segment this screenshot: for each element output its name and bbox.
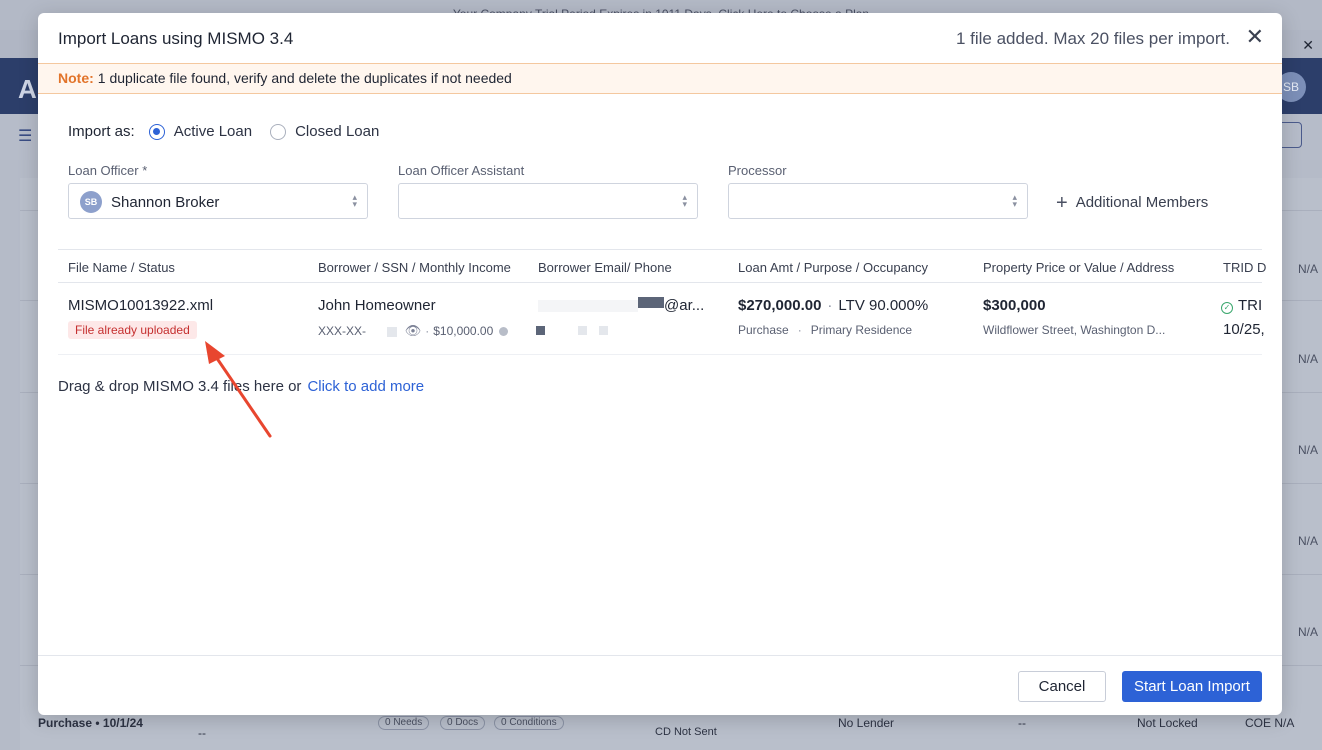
select-arrows-icon: ▴ ▾ — [1012, 192, 1017, 209]
loan-dash: -- — [1018, 716, 1026, 730]
cancel-button[interactable]: Cancel — [1018, 671, 1106, 702]
borrower-email: @ar... — [538, 297, 704, 314]
select-arrows-icon: ▴ ▾ — [682, 192, 687, 209]
file-name: MISMO10013922.xml — [68, 297, 214, 314]
loan-officer-select[interactable]: SB Shannon Broker ▴ ▾ — [68, 183, 368, 219]
plus-icon: + — [1056, 192, 1068, 214]
property-value: $300,000 — [983, 297, 1046, 314]
select-arrows-icon: ▴ ▾ — [352, 192, 357, 209]
note-label: Note: — [58, 70, 94, 86]
note-text: 1 duplicate file found, verify and delet… — [97, 70, 512, 86]
close-icon[interactable]: ✕ — [1246, 25, 1264, 49]
property-address: Wildflower Street, Washington D... — [983, 323, 1166, 337]
dropzone-text: Drag & drop MISMO 3.4 files here or — [58, 378, 302, 395]
import-as-group: Import as: Active Loan Closed Loan — [68, 123, 397, 140]
radio-closed-loan[interactable]: Closed Loan — [270, 123, 379, 140]
coe-status: N/A — [1297, 625, 1318, 639]
radio-label: Closed Loan — [295, 123, 380, 140]
radio-selected-icon — [148, 123, 165, 140]
table-header: File Name / Status Borrower / SSN / Mont… — [58, 249, 1266, 283]
trid-status: ✓ TRI — [1221, 297, 1262, 314]
redacted-block — [578, 326, 588, 336]
needs-chip[interactable]: 0 Needs — [378, 716, 430, 730]
assistant-select[interactable]: ▴ ▾ — [398, 183, 698, 219]
column-header: Borrower Email/ Phone — [538, 260, 672, 275]
loan-dash: -- — [198, 726, 206, 740]
eye-icon[interactable]: 👁 — [405, 323, 422, 338]
lock-status: Not Locked — [1137, 716, 1198, 730]
column-header: Property Price or Value / Address — [983, 260, 1175, 275]
redacted-block — [598, 326, 608, 336]
radio-label: Active Loan — [173, 123, 253, 140]
purpose-occupancy: Purchase · Primary Residence — [738, 323, 913, 337]
processor-select[interactable]: ▴ ▾ — [728, 183, 1028, 219]
ssn-masked: XXX-XX- — [318, 324, 367, 338]
column-header: Loan Amt / Purpose / Occupancy — [738, 260, 929, 275]
table-row[interactable]: MISMO10013922.xml File already uploaded … — [58, 283, 1265, 355]
check-circle-icon: ✓ — [1221, 302, 1233, 314]
coe-status: COE N/A — [1245, 716, 1295, 730]
redacted-block — [638, 297, 664, 308]
loan-officer-value: Shannon Broker — [111, 194, 220, 211]
import-as-label: Import as: — [68, 123, 135, 140]
coe-status: N/A — [1297, 262, 1318, 276]
duplicate-note: Note: 1 duplicate file found, verify and … — [38, 63, 1282, 94]
coe-status: N/A — [1297, 352, 1318, 366]
coe-status: N/A — [1297, 443, 1318, 457]
file-count: 1 file added. Max 20 files per import. — [955, 29, 1230, 48]
cd-status[interactable]: CD Not Sent — [655, 726, 717, 738]
monthly-income: $10,000.00 — [433, 324, 494, 338]
column-header: File Name / Status — [68, 260, 175, 275]
add-more-link[interactable]: Click to add more — [307, 378, 424, 395]
radio-active-loan[interactable]: Active Loan — [148, 123, 253, 140]
start-loan-import-button[interactable]: Start Loan Import — [1122, 671, 1262, 702]
modal-title: Import Loans using MISMO 3.4 — [58, 29, 294, 48]
banner-close-icon[interactable]: ✕ — [1302, 37, 1314, 54]
loan-row-bottom[interactable]: Purchase • 10/1/24 -- 0 Needs 0 Docs 0 C… — [0, 716, 1322, 750]
status-badge: File already uploaded — [68, 321, 197, 339]
column-header: TRID D — [1223, 260, 1267, 275]
import-loans-modal: Import Loans using MISMO 3.4 1 file adde… — [38, 13, 1282, 715]
filter-list-icon[interactable]: ☰ — [18, 126, 32, 146]
redacted-block — [536, 326, 545, 336]
loan-officer-label: Loan Officer * — [68, 163, 148, 178]
column-header: Borrower / SSN / Monthly Income — [318, 260, 511, 275]
modal-header: Import Loans using MISMO 3.4 1 file adde… — [38, 13, 1282, 63]
loan-purpose: Purchase • 10/1/24 — [38, 716, 143, 730]
radio-unselected-icon — [270, 123, 287, 140]
docs-chip[interactable]: 0 Docs — [440, 716, 486, 730]
redacted-block — [387, 326, 398, 337]
file-dropzone[interactable]: Drag & drop MISMO 3.4 files here or Click… — [58, 378, 424, 395]
lender-status: No Lender — [838, 716, 895, 730]
redacted-block — [538, 300, 638, 313]
ssn-income: XXX-XX- 👁 · $10,000.00 — [318, 323, 509, 339]
officer-avatar: SB — [80, 191, 102, 213]
trid-date: 10/25, — [1223, 321, 1265, 338]
info-icon[interactable] — [499, 327, 509, 337]
additional-members-label: Additional Members — [1075, 194, 1209, 211]
app-logo: A — [18, 74, 37, 104]
modal-footer: Cancel Start Loan Import — [38, 655, 1282, 715]
assistant-label: Loan Officer Assistant — [398, 163, 525, 178]
processor-label: Processor — [728, 163, 787, 178]
loan-amount-ltv: $270,000.00 · LTV 90.000% — [738, 297, 929, 314]
borrower-phone — [536, 323, 608, 337]
borrower-name: John Homeowner — [318, 297, 436, 314]
coe-status: N/A — [1297, 534, 1318, 548]
additional-members-button[interactable]: + Additional Members — [1056, 192, 1208, 215]
conditions-chip[interactable]: 0 Conditions — [494, 716, 564, 730]
